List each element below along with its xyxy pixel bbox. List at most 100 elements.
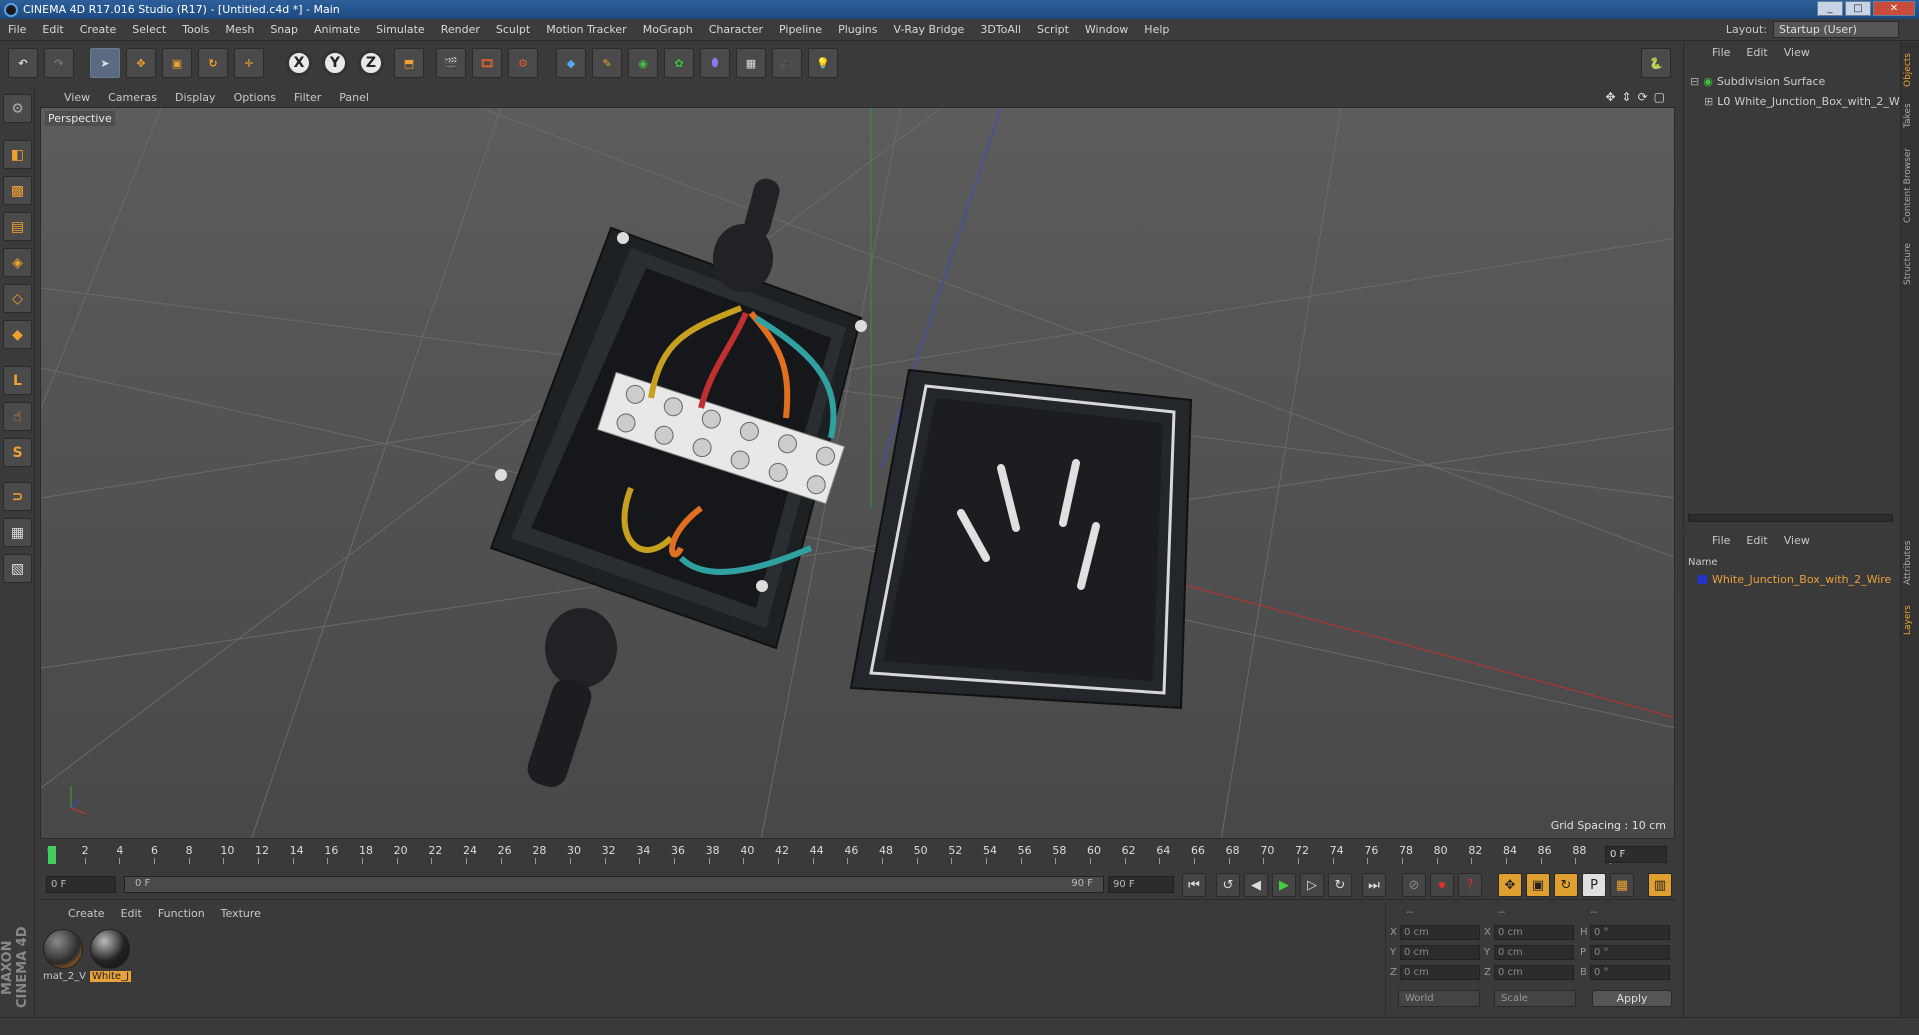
autokey-button[interactable]: ⏺ (1430, 873, 1454, 897)
viewport-menu-filter[interactable]: Filter (285, 91, 330, 104)
record-parameter-button[interactable]: P (1582, 873, 1606, 897)
record-keys-button[interactable]: ⊘ (1402, 873, 1426, 897)
polygons-mode-button[interactable]: ◆ (3, 320, 32, 349)
material-menu-texture[interactable]: Texture (213, 907, 269, 920)
rotation-h-field[interactable]: 0 ° (1590, 925, 1670, 940)
model-mode-button[interactable]: ◧ (3, 140, 32, 169)
previous-key-button[interactable]: ↺ (1216, 873, 1240, 897)
render-picture-viewer-button[interactable]: 🎞 (472, 48, 502, 78)
play-button[interactable]: ▶ (1272, 873, 1296, 897)
coordinate-system-button[interactable]: ⬒ (394, 48, 424, 78)
material-menu-create[interactable]: Create (60, 907, 113, 920)
frame-range-slider[interactable]: 0 F 90 F (124, 876, 1104, 893)
x-axis-lock-button[interactable]: X (286, 50, 312, 76)
expand-icon[interactable]: ⊞ (1704, 95, 1713, 108)
z-axis-lock-button[interactable]: Z (358, 50, 384, 76)
layer-row[interactable]: White_Junction_Box_with_2_Wire (1684, 570, 1900, 588)
record-position-button[interactable]: ✥ (1498, 873, 1522, 897)
select-tool-button[interactable]: ➤ (90, 48, 120, 78)
viewport-maximize-icon[interactable]: ▢ (1654, 90, 1665, 104)
snap-button[interactable]: S (3, 438, 32, 467)
tab-content-browser[interactable]: Content Browser (1903, 140, 1918, 230)
viewport-rotate-icon[interactable]: ⟳ (1638, 90, 1648, 104)
rotation-p-field[interactable]: 0 ° (1590, 945, 1670, 960)
object-tree-item[interactable]: ⊞ L0 White_Junction_Box_with_2_Wir (1684, 92, 1900, 110)
expand-icon[interactable]: ⊟ (1690, 75, 1699, 88)
viewport-menu-cameras[interactable]: Cameras (99, 91, 166, 104)
menu-sculpt[interactable]: Sculpt (488, 23, 538, 36)
layout-select[interactable]: Startup (User) (1773, 21, 1899, 38)
viewport-zoom-icon[interactable]: ⇕ (1622, 90, 1632, 104)
size-mode-select[interactable]: Scale (1494, 990, 1576, 1007)
menu-render[interactable]: Render (433, 23, 488, 36)
viewport-menu-options[interactable]: Options (225, 91, 285, 104)
menu-create[interactable]: Create (72, 23, 125, 36)
tab-structure[interactable]: Structure (1903, 238, 1918, 290)
coordinate-mode-select[interactable]: World (1398, 990, 1480, 1007)
menu-file[interactable]: File (0, 23, 34, 36)
minimize-button[interactable]: _ (1817, 1, 1843, 16)
menu-mograph[interactable]: MoGraph (635, 23, 701, 36)
move-tool-button[interactable]: ✥ (126, 48, 156, 78)
playhead[interactable] (48, 846, 56, 864)
menu-character[interactable]: Character (701, 23, 771, 36)
viewport-menu-display[interactable]: Display (166, 91, 225, 104)
texture-mode-button[interactable]: ▩ (3, 176, 32, 205)
object-menu-file[interactable]: File (1704, 46, 1738, 59)
tab-takes[interactable]: Takes (1903, 98, 1918, 134)
object-menu-view[interactable]: View (1776, 46, 1818, 59)
planar-workplane-button[interactable]: ▧ (3, 554, 32, 583)
workplane-mode-button[interactable]: ▤ (3, 212, 32, 241)
menu-select[interactable]: Select (124, 23, 174, 36)
start-frame-field[interactable]: 0 F (46, 876, 116, 893)
record-rotation-button[interactable]: ↻ (1554, 873, 1578, 897)
material-menu-function[interactable]: Function (150, 907, 213, 920)
camera-button[interactable]: 🎥 (772, 48, 802, 78)
timeline-window-button[interactable]: ▥ (1648, 873, 1672, 897)
tab-layers[interactable]: Layers (1903, 600, 1918, 640)
rotation-b-field[interactable]: 0 ° (1590, 965, 1670, 980)
viewport-move-icon[interactable]: ✥ (1605, 90, 1615, 104)
scale-tool-button[interactable]: ▣ (162, 48, 192, 78)
timeline-ruler[interactable]: 0246810121416182022242628303234363840424… (47, 844, 1621, 866)
position-z-field[interactable]: 0 cm (1400, 965, 1480, 980)
subdivision-generator-button[interactable]: ◉ (628, 48, 658, 78)
render-settings-button[interactable]: ⚙ (508, 48, 538, 78)
material-swatch[interactable]: mat_2_V (43, 929, 86, 982)
menu-window[interactable]: Window (1077, 23, 1136, 36)
tab-objects[interactable]: Objects (1903, 48, 1918, 92)
record-pla-button[interactable]: ▦ (1610, 873, 1634, 897)
magnet-tool-button[interactable]: ⊃ (3, 482, 32, 511)
viewport-menu-view[interactable]: View (55, 91, 99, 104)
edges-mode-button[interactable]: ◇ (3, 284, 32, 313)
next-frame-button[interactable]: ▷ (1300, 873, 1324, 897)
layer-menu-edit[interactable]: Edit (1738, 534, 1775, 547)
record-scale-button[interactable]: ▣ (1526, 873, 1550, 897)
viewport[interactable]: Perspective Grid Spacing : 10 cm (40, 107, 1675, 839)
menu-plugins[interactable]: Plugins (830, 23, 885, 36)
make-editable-button[interactable]: ⚙ (3, 94, 32, 123)
apply-button[interactable]: Apply (1592, 990, 1672, 1007)
render-view-button[interactable]: 🎬 (436, 48, 466, 78)
cloner-mograph-button[interactable]: ✿ (664, 48, 694, 78)
keyframe-selection-button[interactable]: ? (1458, 873, 1482, 897)
menu-3dtoall[interactable]: 3DToAll (972, 23, 1029, 36)
python-icon[interactable]: 🐍 (1641, 48, 1671, 78)
lock-workplane-button[interactable]: ▦ (3, 518, 32, 547)
menu-simulate[interactable]: Simulate (368, 23, 433, 36)
size-z-field[interactable]: 0 cm (1494, 965, 1574, 980)
object-menu-edit[interactable]: Edit (1738, 46, 1775, 59)
undo-button[interactable]: ↶ (8, 48, 38, 78)
material-swatch-selected[interactable]: White_J (90, 929, 132, 982)
menu-motion-tracker[interactable]: Motion Tracker (538, 23, 634, 36)
previous-frame-button[interactable]: ◀ (1244, 873, 1268, 897)
position-x-field[interactable]: 0 cm (1400, 925, 1480, 940)
go-to-start-button[interactable]: ⏮ (1182, 873, 1206, 897)
y-axis-lock-button[interactable]: Y (322, 50, 348, 76)
maximize-button[interactable]: □ (1845, 1, 1871, 16)
next-key-button[interactable]: ↻ (1328, 873, 1352, 897)
end-frame-field[interactable]: 90 F (1108, 876, 1174, 893)
menu-mesh[interactable]: Mesh (217, 23, 262, 36)
tweak-mode-button[interactable]: ☝ (3, 402, 32, 431)
position-y-field[interactable]: 0 cm (1400, 945, 1480, 960)
